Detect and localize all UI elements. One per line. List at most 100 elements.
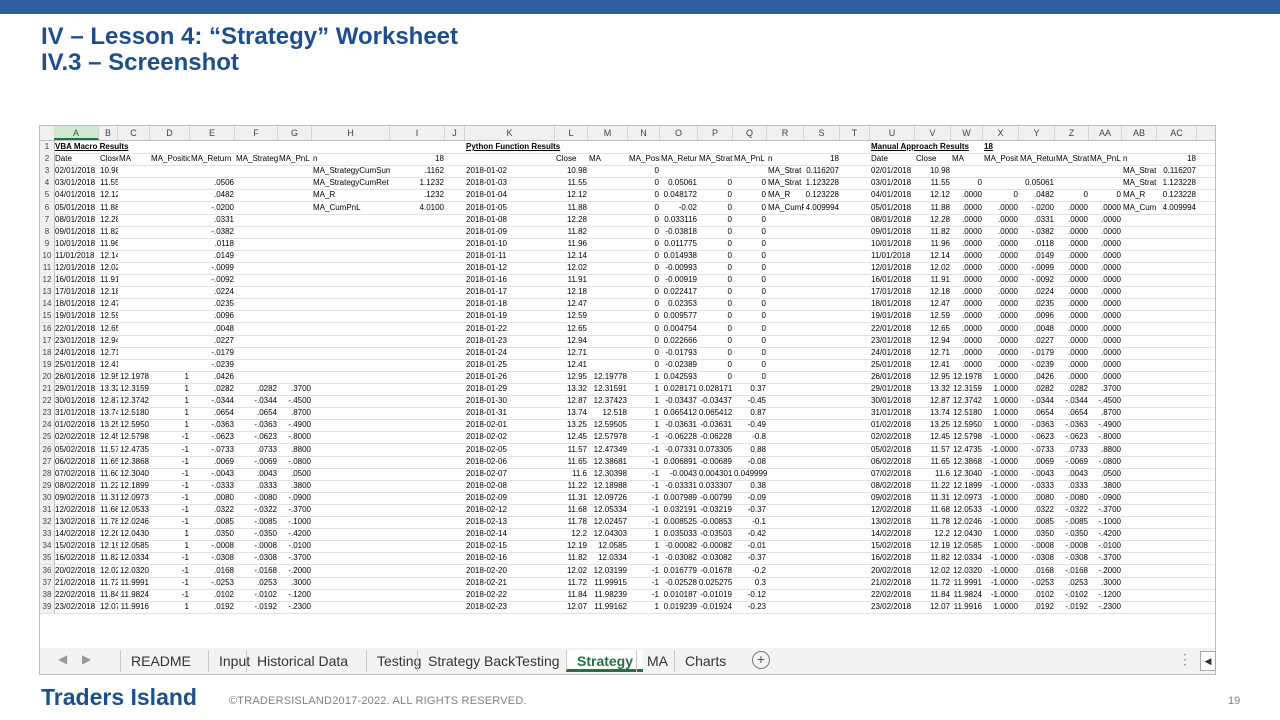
- cell-c[interactable]: 12.0334: [118, 552, 150, 564]
- column-header-v[interactable]: V: [915, 126, 951, 140]
- cell-k[interactable]: 2018-01-05: [465, 202, 555, 214]
- cell-p[interactable]: MA_Strat: [698, 153, 733, 165]
- cell-q[interactable]: 0.87: [733, 407, 767, 419]
- cell-l[interactable]: 12.71: [555, 347, 588, 359]
- cell-m[interactable]: 12.37423: [588, 395, 628, 407]
- cell-v[interactable]: 11.72: [915, 577, 951, 589]
- cell-v[interactable]: 12.14: [915, 250, 951, 262]
- cell-p[interactable]: -0.00082: [698, 540, 733, 552]
- row-header[interactable]: 12: [40, 274, 55, 287]
- cell-m[interactable]: 12.09726: [588, 492, 628, 504]
- cell-p[interactable]: 0: [698, 226, 733, 238]
- cell-g[interactable]: .0500: [278, 468, 312, 480]
- row-header[interactable]: 13: [40, 286, 55, 299]
- cell-z[interactable]: .0000: [1055, 214, 1089, 226]
- cell-q[interactable]: MA_PnL: [733, 153, 767, 165]
- cell-z[interactable]: .0000: [1055, 371, 1089, 383]
- cell-f[interactable]: .0253: [235, 577, 278, 589]
- cell-o[interactable]: -0.06228: [660, 431, 698, 443]
- cell-p[interactable]: 0: [698, 202, 733, 214]
- cell-a[interactable]: 05/02/2018: [54, 444, 99, 456]
- cell-y[interactable]: -.0382: [1019, 226, 1055, 238]
- cell-l[interactable]: 11.82: [555, 226, 588, 238]
- cell-g[interactable]: -.8000: [278, 431, 312, 443]
- cell-m[interactable]: 12.31591: [588, 383, 628, 395]
- cell-k[interactable]: 2018-02-09: [465, 492, 555, 504]
- cell-aa[interactable]: .0500: [1089, 468, 1122, 480]
- cell-d[interactable]: -1: [150, 456, 190, 468]
- cell-v[interactable]: 13.74: [915, 407, 951, 419]
- column-header-p[interactable]: P: [698, 126, 733, 140]
- cell-o[interactable]: -0.02: [660, 202, 698, 214]
- cell-x[interactable]: 1.0000: [983, 528, 1019, 540]
- cell-aa[interactable]: 0: [1089, 189, 1122, 201]
- cell-u[interactable]: 26/01/2018: [870, 371, 915, 383]
- cell-l[interactable]: 12.14: [555, 250, 588, 262]
- cell-f[interactable]: .0282: [235, 383, 278, 395]
- cell-u[interactable]: 08/02/2018: [870, 480, 915, 492]
- cell-u[interactable]: 04/01/2018: [870, 189, 915, 201]
- cell-u[interactable]: 11/01/2018: [870, 250, 915, 262]
- cell-b[interactable]: 11.96: [99, 238, 118, 250]
- cell-aa[interactable]: -.4900: [1089, 419, 1122, 431]
- column-header-o[interactable]: O: [660, 126, 698, 140]
- cell-o[interactable]: 0.004754: [660, 323, 698, 335]
- cell-l[interactable]: 11.65: [555, 456, 588, 468]
- cell-p[interactable]: -0.00799: [698, 492, 733, 504]
- cell-y[interactable]: -.0333: [1019, 480, 1055, 492]
- cell-aa[interactable]: .0000: [1089, 335, 1122, 347]
- row-header[interactable]: 26: [40, 443, 55, 456]
- cell-i[interactable]: 1.1232: [390, 177, 445, 189]
- cell-k[interactable]: Python Function Results: [465, 141, 625, 153]
- cell-a[interactable]: 02/01/2018: [54, 165, 99, 177]
- cell-v[interactable]: 12.45: [915, 431, 951, 443]
- cell-o[interactable]: MA_Retur: [660, 153, 698, 165]
- cell-x[interactable]: -1.0000: [983, 444, 1019, 456]
- cell-c[interactable]: 12.5798: [118, 431, 150, 443]
- cell-x[interactable]: .0000: [983, 214, 1019, 226]
- cell-g[interactable]: .3800: [278, 480, 312, 492]
- cell-u[interactable]: 15/02/2018: [870, 540, 915, 552]
- cell-y[interactable]: -.0239: [1019, 359, 1055, 371]
- column-header-c[interactable]: C: [118, 126, 150, 140]
- cell-n[interactable]: 0: [628, 165, 660, 177]
- cell-u[interactable]: 02/02/2018: [870, 431, 915, 443]
- cell-m[interactable]: 12.518: [588, 407, 628, 419]
- cell-l[interactable]: 12.41: [555, 359, 588, 371]
- cell-b[interactable]: 12.28: [99, 214, 118, 226]
- sheet-tab-readme[interactable]: README: [120, 650, 201, 672]
- cell-q[interactable]: 0: [733, 238, 767, 250]
- cell-e[interactable]: .0048: [190, 323, 235, 335]
- cell-y[interactable]: -.0733: [1019, 444, 1055, 456]
- cell-z[interactable]: -.0623: [1055, 431, 1089, 443]
- cell-e[interactable]: .0506: [190, 177, 235, 189]
- cell-u[interactable]: 13/02/2018: [870, 516, 915, 528]
- cell-z[interactable]: -.0069: [1055, 456, 1089, 468]
- cell-y[interactable]: .0654: [1019, 407, 1055, 419]
- row-header[interactable]: 21: [40, 383, 55, 395]
- cell-z[interactable]: MA_Strat: [1055, 153, 1089, 165]
- cell-p[interactable]: 0: [698, 274, 733, 286]
- cell-l[interactable]: 12.59: [555, 310, 588, 322]
- cell-e[interactable]: -.0092: [190, 274, 235, 286]
- cell-w[interactable]: .0000: [951, 310, 983, 322]
- cell-g[interactable]: -.4500: [278, 395, 312, 407]
- cell-r[interactable]: MA_R: [767, 189, 804, 201]
- cell-g[interactable]: -.1200: [278, 589, 312, 601]
- cell-aa[interactable]: -.0900: [1089, 492, 1122, 504]
- row-header[interactable]: 34: [40, 540, 55, 553]
- cell-y[interactable]: .0235: [1019, 298, 1055, 310]
- cell-k[interactable]: 2018-01-08: [465, 214, 555, 226]
- cell-e[interactable]: .0149: [190, 250, 235, 262]
- cell-w[interactable]: MA: [951, 153, 983, 165]
- cell-n[interactable]: -1: [628, 504, 660, 516]
- cell-z[interactable]: -.0192: [1055, 601, 1089, 613]
- cell-q[interactable]: -0.37: [733, 552, 767, 564]
- cell-w[interactable]: .0000: [951, 347, 983, 359]
- cell-n[interactable]: -1: [628, 468, 660, 480]
- cell-k[interactable]: 2018-01-29: [465, 383, 555, 395]
- cell-y[interactable]: .0118: [1019, 238, 1055, 250]
- cell-c[interactable]: 12.0246: [118, 516, 150, 528]
- cell-w[interactable]: 12.0334: [951, 552, 983, 564]
- cell-v[interactable]: Close: [915, 153, 951, 165]
